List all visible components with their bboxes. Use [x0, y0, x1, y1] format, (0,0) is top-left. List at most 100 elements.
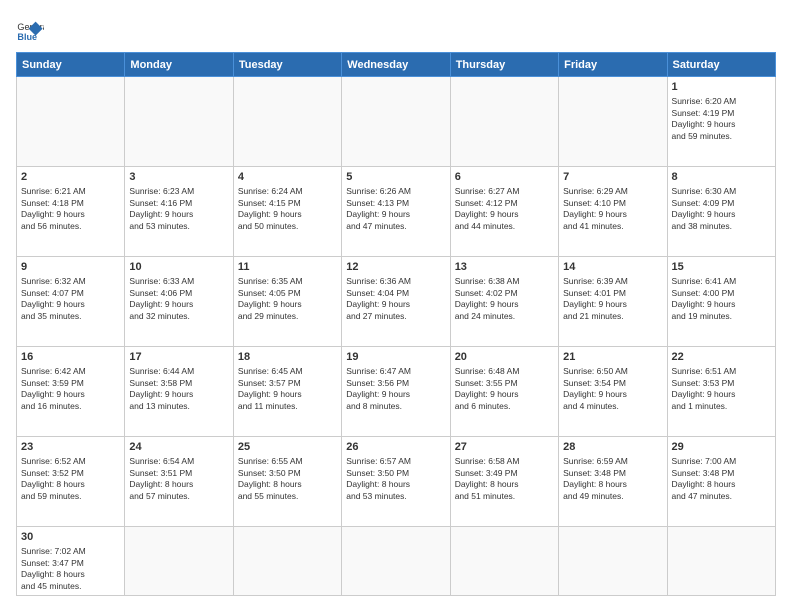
cell-info: Sunrise: 6:38 AMSunset: 4:02 PMDaylight:… — [455, 276, 554, 322]
date-number: 8 — [672, 170, 771, 185]
cell-info: Sunrise: 6:32 AMSunset: 4:07 PMDaylight:… — [21, 276, 120, 322]
cell-info: Sunrise: 6:33 AMSunset: 4:06 PMDaylight:… — [129, 276, 228, 322]
calendar-table: SundayMondayTuesdayWednesdayThursdayFrid… — [16, 52, 776, 596]
calendar-cell — [559, 526, 667, 595]
cell-info: Sunrise: 6:41 AMSunset: 4:00 PMDaylight:… — [672, 276, 771, 322]
calendar-cell: 27Sunrise: 6:58 AMSunset: 3:49 PMDayligh… — [450, 436, 558, 526]
calendar-cell: 1Sunrise: 6:20 AMSunset: 4:19 PMDaylight… — [667, 77, 775, 167]
cell-info: Sunrise: 6:29 AMSunset: 4:10 PMDaylight:… — [563, 186, 662, 232]
date-number: 13 — [455, 260, 554, 275]
date-number: 5 — [346, 170, 445, 185]
date-number: 17 — [129, 350, 228, 365]
calendar-cell: 25Sunrise: 6:55 AMSunset: 3:50 PMDayligh… — [233, 436, 341, 526]
calendar-cell — [125, 526, 233, 595]
calendar-cell — [559, 77, 667, 167]
date-number: 29 — [672, 440, 771, 455]
calendar-cell: 30Sunrise: 7:02 AMSunset: 3:47 PMDayligh… — [17, 526, 125, 595]
date-number: 25 — [238, 440, 337, 455]
generalblue-logo-icon: General Blue — [16, 16, 44, 44]
calendar-cell — [450, 526, 558, 595]
date-number: 10 — [129, 260, 228, 275]
calendar-cell: 15Sunrise: 6:41 AMSunset: 4:00 PMDayligh… — [667, 256, 775, 346]
cell-info: Sunrise: 6:26 AMSunset: 4:13 PMDaylight:… — [346, 186, 445, 232]
calendar-cell: 5Sunrise: 6:26 AMSunset: 4:13 PMDaylight… — [342, 166, 450, 256]
header: General Blue — [16, 16, 776, 44]
calendar-cell: 23Sunrise: 6:52 AMSunset: 3:52 PMDayligh… — [17, 436, 125, 526]
calendar-cell: 9Sunrise: 6:32 AMSunset: 4:07 PMDaylight… — [17, 256, 125, 346]
weekday-header-sunday: Sunday — [17, 53, 125, 77]
calendar-cell: 24Sunrise: 6:54 AMSunset: 3:51 PMDayligh… — [125, 436, 233, 526]
cell-info: Sunrise: 6:24 AMSunset: 4:15 PMDaylight:… — [238, 186, 337, 232]
date-number: 23 — [21, 440, 120, 455]
date-number: 3 — [129, 170, 228, 185]
calendar-cell — [125, 77, 233, 167]
date-number: 6 — [455, 170, 554, 185]
calendar-cell: 21Sunrise: 6:50 AMSunset: 3:54 PMDayligh… — [559, 346, 667, 436]
date-number: 30 — [21, 530, 120, 545]
date-number: 12 — [346, 260, 445, 275]
date-number: 20 — [455, 350, 554, 365]
date-number: 19 — [346, 350, 445, 365]
calendar-cell: 13Sunrise: 6:38 AMSunset: 4:02 PMDayligh… — [450, 256, 558, 346]
calendar-cell — [233, 526, 341, 595]
date-number: 2 — [21, 170, 120, 185]
cell-info: Sunrise: 6:51 AMSunset: 3:53 PMDaylight:… — [672, 366, 771, 412]
calendar-cell: 17Sunrise: 6:44 AMSunset: 3:58 PMDayligh… — [125, 346, 233, 436]
calendar-cell: 22Sunrise: 6:51 AMSunset: 3:53 PMDayligh… — [667, 346, 775, 436]
cell-info: Sunrise: 6:20 AMSunset: 4:19 PMDaylight:… — [672, 96, 771, 142]
cell-info: Sunrise: 6:45 AMSunset: 3:57 PMDaylight:… — [238, 366, 337, 412]
calendar-cell — [667, 526, 775, 595]
cell-info: Sunrise: 6:21 AMSunset: 4:18 PMDaylight:… — [21, 186, 120, 232]
date-number: 22 — [672, 350, 771, 365]
weekday-header-monday: Monday — [125, 53, 233, 77]
weekday-header-tuesday: Tuesday — [233, 53, 341, 77]
cell-info: Sunrise: 6:57 AMSunset: 3:50 PMDaylight:… — [346, 456, 445, 502]
weekday-header-thursday: Thursday — [450, 53, 558, 77]
date-number: 14 — [563, 260, 662, 275]
weekday-header-wednesday: Wednesday — [342, 53, 450, 77]
date-number: 16 — [21, 350, 120, 365]
cell-info: Sunrise: 6:27 AMSunset: 4:12 PMDaylight:… — [455, 186, 554, 232]
cell-info: Sunrise: 6:47 AMSunset: 3:56 PMDaylight:… — [346, 366, 445, 412]
calendar-cell — [233, 77, 341, 167]
cell-info: Sunrise: 6:52 AMSunset: 3:52 PMDaylight:… — [21, 456, 120, 502]
calendar-cell: 16Sunrise: 6:42 AMSunset: 3:59 PMDayligh… — [17, 346, 125, 436]
cell-info: Sunrise: 6:23 AMSunset: 4:16 PMDaylight:… — [129, 186, 228, 232]
calendar-cell — [342, 77, 450, 167]
calendar-cell — [342, 526, 450, 595]
calendar-cell: 14Sunrise: 6:39 AMSunset: 4:01 PMDayligh… — [559, 256, 667, 346]
cell-info: Sunrise: 6:30 AMSunset: 4:09 PMDaylight:… — [672, 186, 771, 232]
date-number: 24 — [129, 440, 228, 455]
calendar-cell: 20Sunrise: 6:48 AMSunset: 3:55 PMDayligh… — [450, 346, 558, 436]
date-number: 27 — [455, 440, 554, 455]
logo: General Blue — [16, 16, 48, 44]
calendar-cell — [450, 77, 558, 167]
cell-info: Sunrise: 6:36 AMSunset: 4:04 PMDaylight:… — [346, 276, 445, 322]
cell-info: Sunrise: 6:44 AMSunset: 3:58 PMDaylight:… — [129, 366, 228, 412]
cell-info: Sunrise: 6:48 AMSunset: 3:55 PMDaylight:… — [455, 366, 554, 412]
page: General Blue SundayMondayTuesdayWednesda… — [0, 0, 792, 612]
calendar-cell: 18Sunrise: 6:45 AMSunset: 3:57 PMDayligh… — [233, 346, 341, 436]
calendar-cell: 10Sunrise: 6:33 AMSunset: 4:06 PMDayligh… — [125, 256, 233, 346]
calendar-cell: 8Sunrise: 6:30 AMSunset: 4:09 PMDaylight… — [667, 166, 775, 256]
cell-info: Sunrise: 6:55 AMSunset: 3:50 PMDaylight:… — [238, 456, 337, 502]
weekday-header-friday: Friday — [559, 53, 667, 77]
date-number: 26 — [346, 440, 445, 455]
calendar-cell: 12Sunrise: 6:36 AMSunset: 4:04 PMDayligh… — [342, 256, 450, 346]
cell-info: Sunrise: 6:59 AMSunset: 3:48 PMDaylight:… — [563, 456, 662, 502]
cell-info: Sunrise: 6:50 AMSunset: 3:54 PMDaylight:… — [563, 366, 662, 412]
cell-info: Sunrise: 6:39 AMSunset: 4:01 PMDaylight:… — [563, 276, 662, 322]
calendar-cell: 6Sunrise: 6:27 AMSunset: 4:12 PMDaylight… — [450, 166, 558, 256]
calendar-cell: 2Sunrise: 6:21 AMSunset: 4:18 PMDaylight… — [17, 166, 125, 256]
date-number: 18 — [238, 350, 337, 365]
calendar-cell: 11Sunrise: 6:35 AMSunset: 4:05 PMDayligh… — [233, 256, 341, 346]
calendar-cell — [17, 77, 125, 167]
date-number: 4 — [238, 170, 337, 185]
cell-info: Sunrise: 7:02 AMSunset: 3:47 PMDaylight:… — [21, 546, 120, 592]
calendar-cell: 26Sunrise: 6:57 AMSunset: 3:50 PMDayligh… — [342, 436, 450, 526]
date-number: 9 — [21, 260, 120, 275]
date-number: 11 — [238, 260, 337, 275]
date-number: 21 — [563, 350, 662, 365]
date-number: 1 — [672, 80, 771, 95]
weekday-header-saturday: Saturday — [667, 53, 775, 77]
